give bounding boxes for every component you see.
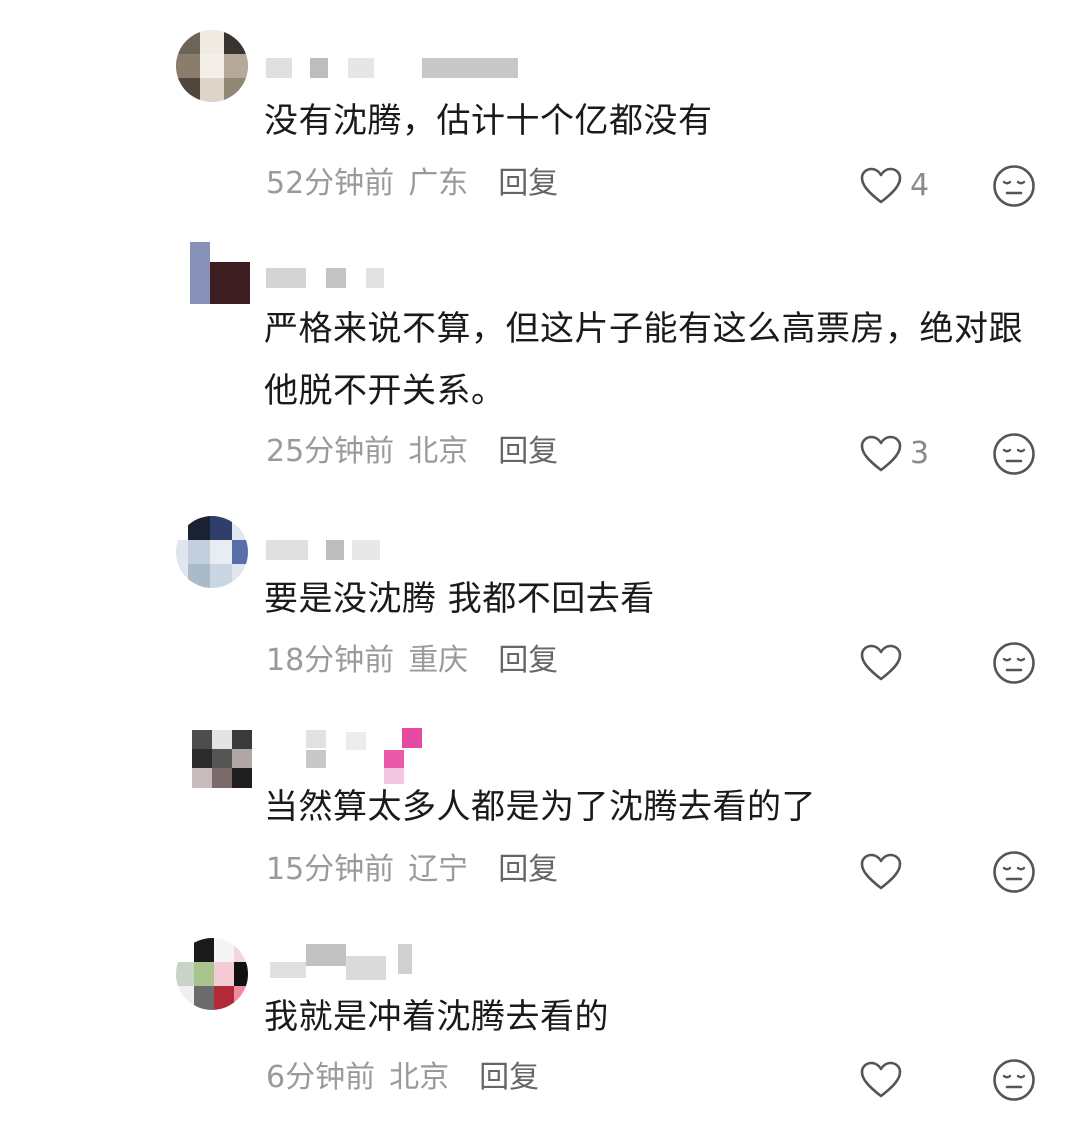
heart-outline-icon <box>860 644 902 682</box>
comment-meta: 52分钟前 广东 回复 <box>266 164 558 204</box>
reply-button[interactable]: 回复 <box>498 434 558 469</box>
avatar[interactable] <box>192 730 252 788</box>
meh-face-icon[interactable] <box>992 641 1036 685</box>
comment-location: 广东 <box>408 166 469 201</box>
like-button[interactable] <box>860 850 910 894</box>
comment-time: 18分钟前 <box>266 643 395 678</box>
comment-location: 重庆 <box>408 643 469 678</box>
reply-button[interactable]: 回复 <box>498 643 558 678</box>
reply-button[interactable]: 回复 <box>479 1060 539 1095</box>
comment-time: 6分钟前 <box>266 1060 376 1095</box>
meh-face-icon[interactable] <box>992 1058 1036 1102</box>
like-button[interactable]: 4 <box>860 164 929 208</box>
comment-text: 当然算太多人都是为了沈腾去看的了 <box>264 787 816 827</box>
comment-location: 北京 <box>408 434 469 469</box>
comment-meta: 25分钟前 北京 回复 <box>266 432 558 472</box>
heart-outline-icon <box>860 1061 902 1099</box>
comment-meta: 18分钟前 重庆 回复 <box>266 641 558 681</box>
avatar[interactable] <box>176 938 248 1010</box>
like-count: 4 <box>910 168 930 203</box>
comment-text: 我就是冲着沈腾去看的 <box>264 997 609 1037</box>
comment-time: 52分钟前 <box>266 166 395 201</box>
comment-text: 要是没沈腾 我都不回去看 <box>264 579 655 619</box>
meh-face-icon[interactable] <box>992 432 1036 476</box>
avatar[interactable] <box>176 516 248 588</box>
reply-button[interactable]: 回复 <box>498 166 558 201</box>
comment-location: 辽宁 <box>408 852 469 887</box>
comment-meta: 15分钟前 辽宁 回复 <box>266 850 558 890</box>
heart-outline-icon <box>860 167 902 205</box>
comment-list: 没有沈腾，估计十个亿都没有 52分钟前 广东 回复 4 严格来说不算，但这片子能有这… <box>0 0 1080 1138</box>
comment-time: 25分钟前 <box>266 434 395 469</box>
meh-face-icon[interactable] <box>992 850 1036 894</box>
avatar[interactable] <box>176 30 248 102</box>
heart-outline-icon <box>860 435 902 473</box>
comment-text: 没有沈腾，估计十个亿都没有 <box>264 101 713 141</box>
like-count: 3 <box>910 436 930 471</box>
comment-meta: 6分钟前 北京 回复 <box>266 1058 539 1098</box>
like-button[interactable] <box>860 1058 910 1102</box>
like-button[interactable] <box>860 641 910 685</box>
like-button[interactable]: 3 <box>860 432 929 476</box>
reply-button[interactable]: 回复 <box>498 852 558 887</box>
comment-text: 严格来说不算，但这片子能有这么高票房，绝对跟他脱不开关系。 <box>264 309 1023 411</box>
comment-location: 北京 <box>389 1060 450 1095</box>
heart-outline-icon <box>860 853 902 891</box>
comment-time: 15分钟前 <box>266 852 395 887</box>
meh-face-icon[interactable] <box>992 164 1036 208</box>
avatar[interactable] <box>190 242 250 304</box>
